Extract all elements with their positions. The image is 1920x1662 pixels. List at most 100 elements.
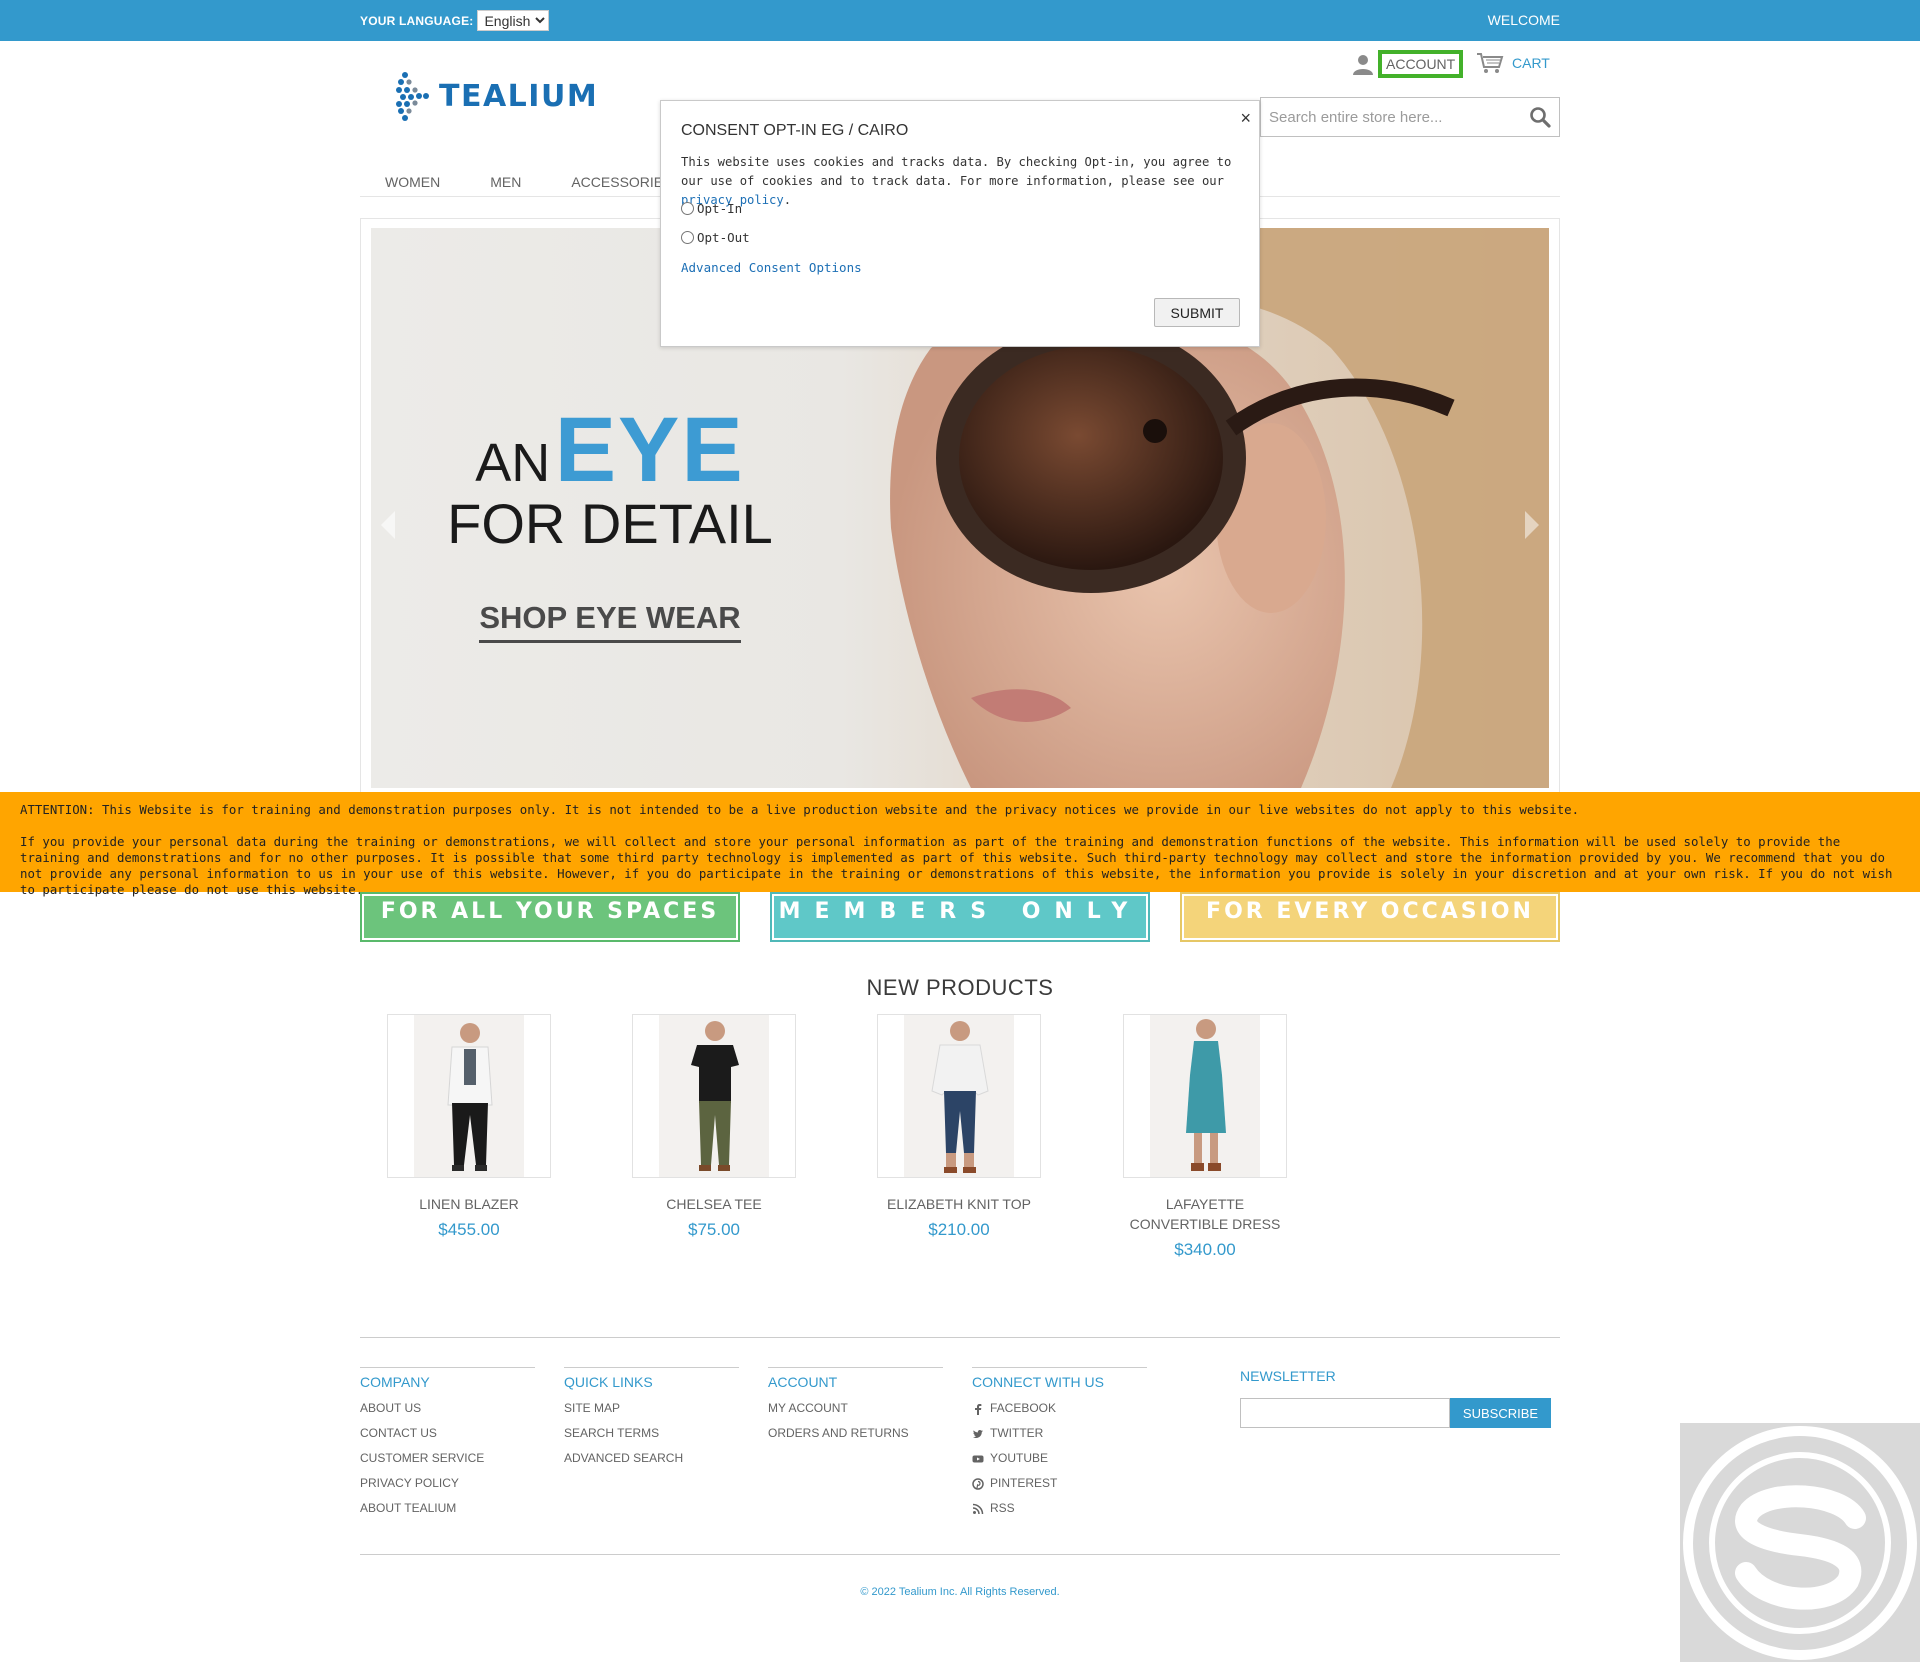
cart-icon [1477, 53, 1504, 73]
product-image[interactable] [632, 1014, 796, 1178]
hero-headline: AN EYE [445, 398, 775, 503]
product-card: LAFAYETTE CONVERTIBLE DRESS $340.00 [1095, 1014, 1315, 1260]
hero-copy: AN EYE FOR DETAIL SHOP EYE WEAR [445, 398, 775, 643]
footer-link-about-tealium[interactable]: ABOUT TEALIUM [360, 1500, 535, 1517]
footer-link-youtube[interactable]: YOUTUBE [972, 1450, 1147, 1467]
language-label: YOUR LANGUAGE: [360, 13, 474, 28]
attention-line-1: ATTENTION: This Website is for training … [20, 802, 1580, 817]
footer-connect-title: CONNECT WITH US [972, 1374, 1104, 1390]
footer-company-title: COMPANY [360, 1374, 430, 1390]
footer-link-advanced-search[interactable]: ADVANCED SEARCH [564, 1450, 739, 1467]
footer-link-search-terms[interactable]: SEARCH TERMS [564, 1425, 739, 1442]
consent-modal: × CONSENT OPT-IN EG / CAIRO This website… [660, 100, 1260, 347]
attention-banner: ATTENTION: This Website is for training … [0, 792, 1920, 897]
close-icon[interactable]: × [1240, 109, 1251, 127]
pinterest-label: PINTEREST [990, 1476, 1058, 1490]
newsletter-email-input[interactable] [1240, 1398, 1450, 1428]
footer-quick-links: QUICK LINKS SITE MAP SEARCH TERMS ADVANC… [564, 1367, 739, 1475]
shop-eyewear-link[interactable]: SHOP EYE WEAR [479, 600, 741, 643]
rss-label: RSS [990, 1501, 1015, 1515]
product-card: LINEN BLAZER $455.00 [359, 1014, 579, 1240]
opt-out-option[interactable]: Opt-Out [681, 230, 750, 245]
product-image[interactable] [1123, 1014, 1287, 1178]
footer-account: ACCOUNT MY ACCOUNT ORDERS AND RETURNS [768, 1367, 943, 1450]
language-switcher: YOUR LANGUAGE: English [360, 10, 550, 31]
footer-account-title: ACCOUNT [768, 1374, 838, 1390]
logo[interactable]: TEALIUM [395, 70, 598, 122]
product-name[interactable]: ELIZABETH KNIT TOP [849, 1194, 1069, 1214]
language-select[interactable]: English [477, 10, 550, 31]
top-bar: YOUR LANGUAGE: English WELCOME [0, 0, 1920, 41]
chat-widget[interactable] [1680, 1423, 1920, 1662]
product-image[interactable] [387, 1014, 551, 1178]
promo-members-button[interactable]: MEMBERS ONLY [770, 892, 1150, 942]
product-card: CHELSEA TEE $75.00 [604, 1014, 824, 1240]
footer-link-customer-service[interactable]: CUSTOMER SERVICE [360, 1450, 535, 1467]
footer-link-rss[interactable]: RSS [972, 1500, 1147, 1517]
cart-area[interactable]: CART [1476, 52, 1550, 74]
pinterest-icon [972, 1477, 984, 1490]
opt-in-radio[interactable] [681, 202, 694, 215]
product-card: ELIZABETH KNIT TOP $210.00 [849, 1014, 1069, 1240]
hero-word-eye: EYE [554, 399, 745, 501]
facebook-icon [975, 1403, 982, 1415]
attention-line-2: If you provide your personal data during… [20, 834, 1893, 897]
subscribe-button[interactable]: SUBSCRIBE [1450, 1398, 1551, 1428]
facebook-label: FACEBOOK [990, 1401, 1057, 1415]
welcome-message: WELCOME [1487, 12, 1560, 28]
hero-word-an: AN [475, 433, 551, 493]
account-area: ACCOUNT [1352, 50, 1464, 78]
twitter-icon [973, 1429, 983, 1438]
new-products-title: NEW PRODUCTS [866, 975, 1054, 1000]
consent-title: CONSENT OPT-IN EG / CAIRO [681, 122, 909, 139]
product-photo-lafayette-dress [1150, 1015, 1260, 1177]
footer-link-contact-us[interactable]: CONTACT US [360, 1425, 535, 1442]
footer-link-my-account[interactable]: MY ACCOUNT [768, 1400, 943, 1417]
promo-spaces-button[interactable]: FOR ALL YOUR SPACES [360, 892, 740, 942]
footer-link-about-us[interactable]: ABOUT US [360, 1400, 535, 1417]
rss-icon [972, 1503, 984, 1514]
product-price: $455.00 [438, 1220, 500, 1239]
copyright-text: © 2022 Tealium Inc. All Rights Reserved. [860, 1586, 1060, 1598]
product-price: $75.00 [688, 1220, 740, 1239]
search-icon [1530, 107, 1551, 128]
opt-out-label: Opt-Out [697, 230, 750, 245]
opt-in-option[interactable]: Opt-In [681, 201, 742, 216]
search-input[interactable] [1261, 98, 1511, 136]
consent-text-end: . [783, 193, 792, 207]
product-photo-chelsea-tee [659, 1015, 769, 1177]
newsletter-form: SUBSCRIBE [1240, 1398, 1551, 1428]
advanced-consent-link[interactable]: Advanced Consent Options [681, 260, 862, 275]
footer-connect: CONNECT WITH US FACEBOOK TWITTER YOUTUBE… [972, 1367, 1147, 1525]
slider-next-icon[interactable] [1523, 509, 1541, 541]
footer-divider-bottom [360, 1554, 1560, 1555]
footer-link-privacy-policy[interactable]: PRIVACY POLICY [360, 1475, 535, 1492]
promo-occasion-button[interactable]: FOR EVERY OCCASION [1180, 892, 1560, 942]
nav-item-men[interactable]: MEN [465, 170, 546, 196]
youtube-icon [972, 1455, 984, 1462]
product-name[interactable]: LAFAYETTE CONVERTIBLE DRESS [1095, 1194, 1315, 1234]
footer-link-pinterest[interactable]: PINTEREST [972, 1475, 1147, 1492]
consent-description: This website uses cookies and tracks dat… [681, 153, 1246, 210]
search-button[interactable] [1529, 106, 1551, 133]
chat-logo-icon [1683, 1426, 1917, 1660]
search-box [1260, 97, 1560, 137]
hero-subheadline: FOR DETAIL [447, 492, 773, 555]
product-name[interactable]: LINEN BLAZER [359, 1194, 579, 1214]
submit-button[interactable]: SUBMIT [1154, 298, 1240, 327]
footer-link-facebook[interactable]: FACEBOOK [972, 1400, 1147, 1417]
product-image[interactable] [877, 1014, 1041, 1178]
cart-link[interactable]: CART [1512, 55, 1550, 71]
nav-item-women[interactable]: WOMEN [360, 170, 465, 196]
slider-prev-icon[interactable] [379, 509, 397, 541]
product-name[interactable]: CHELSEA TEE [604, 1194, 824, 1214]
opt-out-radio[interactable] [681, 231, 694, 244]
user-icon [1353, 55, 1373, 75]
newsletter-title: NEWSLETTER [1240, 1368, 1336, 1384]
footer-link-site-map[interactable]: SITE MAP [564, 1400, 739, 1417]
twitter-label: TWITTER [990, 1426, 1044, 1440]
product-price: $340.00 [1174, 1240, 1236, 1259]
footer-link-twitter[interactable]: TWITTER [972, 1425, 1147, 1442]
account-link[interactable]: ACCOUNT [1378, 50, 1464, 78]
footer-link-orders-returns[interactable]: ORDERS AND RETURNS [768, 1425, 943, 1442]
